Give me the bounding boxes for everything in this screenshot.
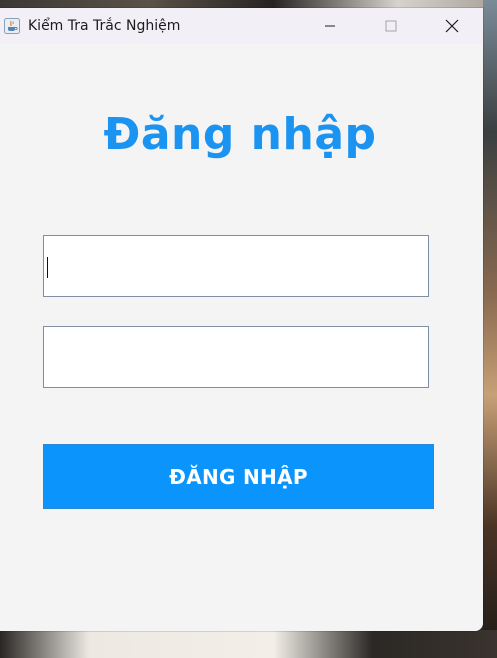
maximize-button[interactable]	[368, 8, 414, 44]
desktop-strip-bottom	[0, 630, 497, 658]
username-field[interactable]	[43, 235, 429, 297]
desktop-strip-right	[483, 0, 497, 658]
page-title: Đăng nhập	[103, 109, 377, 160]
login-panel: Đăng nhập ĐĂNG NHẬP	[0, 44, 483, 631]
app-window: Kiểm Tra Trắc Nghiệm Đăng nhập ĐĂNG NHẬP	[0, 8, 483, 631]
close-button[interactable]	[429, 8, 475, 44]
minimize-button[interactable]	[307, 8, 353, 44]
text-caret	[47, 257, 48, 278]
password-field[interactable]	[43, 326, 429, 388]
java-cup-icon	[3, 17, 21, 35]
login-button[interactable]: ĐĂNG NHẬP	[43, 444, 434, 509]
desktop-strip-top	[0, 0, 497, 8]
close-icon	[445, 19, 459, 33]
title-bar[interactable]: Kiểm Tra Trắc Nghiệm	[0, 8, 483, 44]
maximize-icon	[385, 20, 397, 32]
window-title: Kiểm Tra Trắc Nghiệm	[28, 18, 181, 34]
minimize-icon	[325, 25, 335, 27]
